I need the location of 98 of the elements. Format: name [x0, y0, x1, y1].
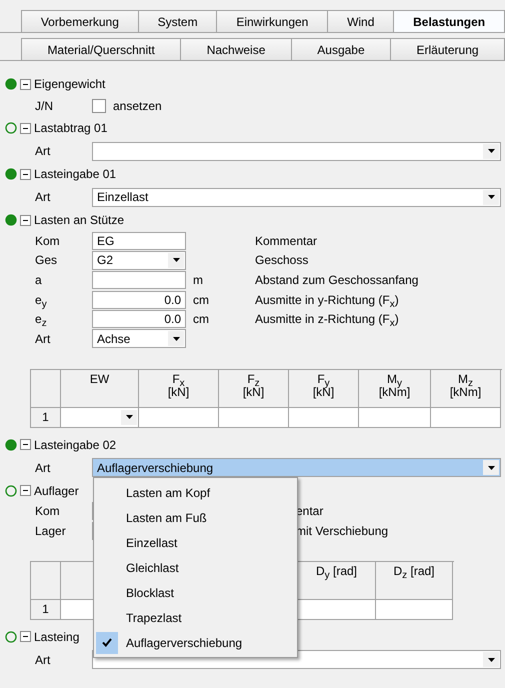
tab[interactable]: Erläuterung [390, 38, 505, 60]
input-field[interactable]: 0.0 [92, 290, 186, 309]
field-label: Art [35, 652, 52, 667]
dropdown-value: Einzellast [96, 190, 148, 204]
menu-item[interactable]: Lasten am Kopf [94, 480, 297, 506]
menu-item[interactable]: Auflagerverschiebung [94, 630, 297, 656]
dropdown-button[interactable] [483, 144, 499, 158]
unit-label: m [193, 272, 204, 287]
field-label: Art [35, 190, 52, 204]
tab[interactable]: Ausgabe [290, 38, 392, 60]
section-title: Lastabtrag 01 [34, 121, 108, 135]
field-description: Abstand zum Geschossanfang [255, 272, 420, 287]
section-title: Lasteingabe 01 [34, 167, 116, 181]
tab[interactable]: System [138, 10, 218, 32]
dropdown-value: Achse [96, 332, 130, 346]
field-label: e$_{y}$ [35, 292, 48, 307]
table-cell[interactable] [289, 408, 359, 428]
dropdown-value: G2 [96, 253, 114, 268]
input-field[interactable]: 0.0 [92, 310, 186, 328]
collapse-icon[interactable] [20, 214, 31, 226]
caret-icon [172, 336, 180, 341]
dropdown-button[interactable] [168, 331, 184, 346]
field-label: e$_{z}$ [35, 312, 48, 326]
menu-item[interactable]: Trapezlast [94, 605, 297, 630]
row-number: 1 [31, 600, 61, 620]
unit-label: cm [193, 292, 210, 307]
dropdown-button[interactable] [168, 252, 184, 268]
dropdown-button[interactable] [483, 460, 499, 476]
collapse-icon[interactable] [20, 168, 31, 180]
tab[interactable]: Einwirkungen [216, 10, 328, 32]
checkbox[interactable] [92, 99, 106, 113]
menu-item[interactable]: Einzellast [94, 530, 297, 556]
column-header: F$_{z}$ [kN] [219, 370, 289, 408]
caret-icon [172, 258, 180, 262]
dropdown-value: Auflagerverschiebung [96, 460, 214, 475]
field-label: Ges [35, 253, 58, 268]
table-cell[interactable] [139, 408, 219, 428]
field-label: J/N [35, 99, 54, 113]
field-label: Lager [35, 524, 67, 538]
column-header: M$_{z}$ [kNm] [431, 370, 501, 408]
menu-item[interactable]: Blocklast [94, 580, 297, 606]
caret-icon [126, 415, 132, 420]
section-title: Eigengewicht [34, 77, 106, 91]
dropdown-button[interactable] [483, 652, 499, 668]
dropdown-button[interactable] [121, 410, 137, 425]
tab[interactable]: Vorbemerkung [21, 10, 139, 32]
collapse-icon[interactable] [20, 78, 31, 90]
collapse-icon[interactable] [20, 485, 31, 496]
section-title: Auflager [34, 484, 79, 498]
dropdown-field[interactable]: Einzellast [92, 188, 501, 206]
unit-label: cm [193, 312, 210, 326]
field-label: a [35, 272, 43, 287]
table-cell[interactable] [298, 600, 376, 620]
checkbox-label: ansetzen [113, 99, 162, 113]
column-header: EW [61, 370, 139, 408]
tab[interactable]: Wind [327, 10, 394, 32]
column-header: F$_{y}$ [kN] [289, 370, 359, 408]
tab[interactable]: Belastungen [393, 10, 505, 32]
table-cell[interactable] [359, 408, 431, 428]
input-field[interactable]: EG [92, 232, 186, 250]
field-label: Kom [35, 234, 61, 248]
caret-icon [488, 658, 494, 662]
table-cell[interactable] [376, 600, 453, 620]
collapse-icon[interactable] [20, 122, 31, 134]
row-number: 1 [31, 408, 61, 428]
dropdown-field[interactable]: G2 [92, 250, 186, 270]
table-cell[interactable] [219, 408, 289, 428]
dropdown-field[interactable]: Achse [92, 329, 186, 348]
field-label: Kom [35, 504, 61, 518]
caret-icon [488, 466, 494, 470]
field-description: Ausmitte in z-Richtung (F$_{x}$) [255, 312, 400, 326]
field-description: Kommentar [255, 234, 318, 248]
column-header: D$_{z}$ [rad] [376, 562, 453, 600]
checkmark-icon [102, 638, 112, 648]
section-title: Lasten an Stütze [34, 213, 124, 227]
table-cell[interactable] [431, 408, 501, 428]
collapse-icon[interactable] [20, 631, 31, 642]
field-description: Geschoss [255, 253, 310, 268]
dropdown-field[interactable] [92, 142, 501, 160]
dropdown-button[interactable] [483, 190, 499, 204]
tab[interactable]: Material/Querschnitt [21, 38, 182, 60]
menu-item[interactable]: Lasten am Fuß [94, 505, 297, 530]
field-label: Art [35, 332, 52, 346]
menu-item[interactable]: Gleichlast [94, 555, 297, 580]
field-description: Ausmitte in y-Richtung (F$_{x}$) [255, 292, 400, 307]
section-title: Lasteing [34, 630, 80, 644]
field-label: Art [35, 144, 52, 158]
column-header: D$_{y}$ [rad] [298, 562, 376, 600]
caret-icon [488, 195, 494, 199]
collapse-icon[interactable] [20, 439, 31, 450]
column-header: M$_{y}$ [kNm] [359, 370, 431, 408]
table-cell[interactable] [61, 408, 139, 428]
section-title: Lasteingabe 02 [34, 438, 116, 452]
input-field[interactable] [92, 270, 186, 289]
tab[interactable]: Nachweise [180, 38, 292, 60]
field-label: Art [35, 460, 52, 475]
column-header: F$_{x}$ [kN] [139, 370, 219, 408]
caret-icon [488, 149, 494, 153]
